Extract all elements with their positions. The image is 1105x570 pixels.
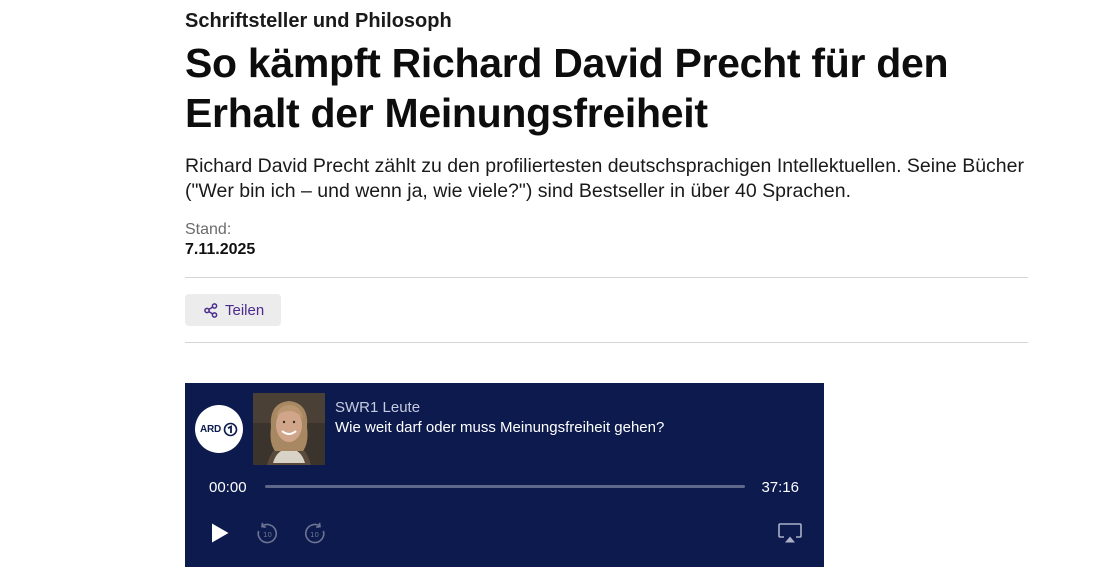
share-icon (204, 302, 218, 318)
divider-top (185, 277, 1028, 278)
stand-date: 7.11.2025 (185, 241, 256, 258)
ard-logo-text: ARD (199, 423, 222, 435)
share-button[interactable]: Teilen (185, 294, 281, 326)
play-button[interactable] (207, 520, 233, 546)
episode-title: Wie weit darf oder muss Meinungsfreiheit… (335, 419, 665, 436)
rewind-10-icon: 10 (257, 522, 278, 544)
divider-bottom (185, 342, 1028, 343)
svg-text:10: 10 (263, 531, 272, 539)
progress-bar[interactable] (265, 485, 745, 488)
airplay-icon (778, 523, 802, 543)
article-teaser: Richard David Precht zählt zu den profil… (185, 155, 1024, 202)
episode-thumbnail (253, 393, 325, 465)
rewind-10-button[interactable]: 10 (254, 520, 280, 546)
time-current: 00:00 (209, 479, 247, 496)
article-headline: So kämpft Richard David Precht für den E… (185, 40, 949, 136)
show-name: SWR1 Leute (335, 399, 421, 416)
play-icon (212, 523, 229, 543)
article-kicker: Schriftsteller und Philosoph (185, 10, 452, 32)
stand-label: Stand: (185, 221, 232, 238)
forward-10-button[interactable]: 10 (302, 520, 328, 546)
forward-10-icon: 10 (304, 522, 325, 544)
svg-text:10: 10 (310, 531, 319, 539)
time-total: 37:16 (761, 479, 799, 496)
ard-one-icon (223, 422, 238, 436)
ard-logo: ARD (195, 405, 243, 453)
audio-player: ARD SWR1 Leute Wie weit darf oder muss M… (185, 383, 824, 567)
airplay-button[interactable] (777, 520, 803, 546)
share-label: Teilen (225, 301, 265, 319)
